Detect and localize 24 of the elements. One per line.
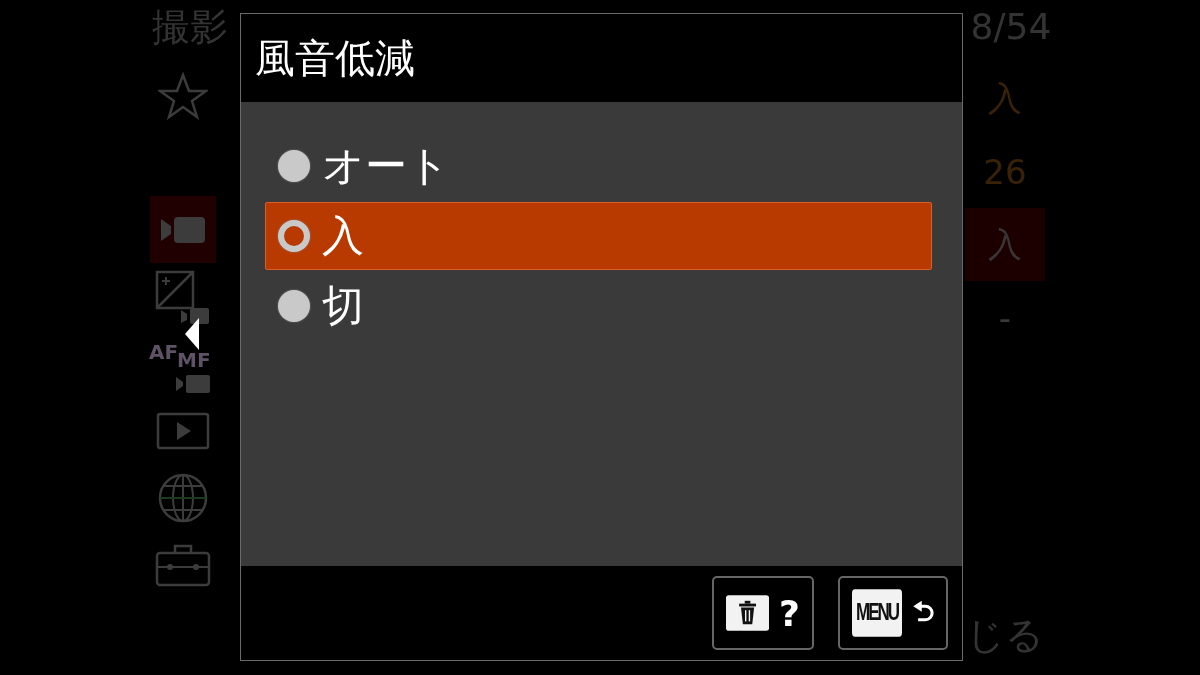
option-item[interactable]: オート (265, 132, 932, 200)
af-label: AF (149, 341, 179, 362)
movie-camera-icon (159, 214, 207, 245)
radio-button[interactable] (278, 150, 310, 182)
setting-value: 入 (987, 76, 1023, 120)
globe-icon (158, 472, 208, 523)
play-icon (156, 411, 210, 450)
setting-value: 26 (982, 150, 1028, 194)
option-item[interactable]: 切 (265, 272, 932, 340)
radio-button[interactable] (278, 220, 310, 252)
exposure-movie-icon (155, 269, 211, 324)
movie-camera-icon (175, 373, 211, 394)
radio-button[interactable] (278, 290, 310, 322)
dialog-title: 風音低減 (255, 33, 415, 83)
option-item[interactable]: 入 (265, 202, 932, 270)
help-button[interactable]: ? (712, 576, 814, 650)
mf-label: MF (177, 349, 211, 370)
menu-tab[interactable] (150, 196, 216, 263)
trash-icon (726, 594, 770, 632)
star-icon (158, 71, 208, 120)
toolbox-icon (155, 542, 211, 587)
setting-value: - (997, 296, 1013, 340)
back-button[interactable]: MENU (838, 576, 948, 650)
left-arrow-icon (185, 318, 199, 350)
